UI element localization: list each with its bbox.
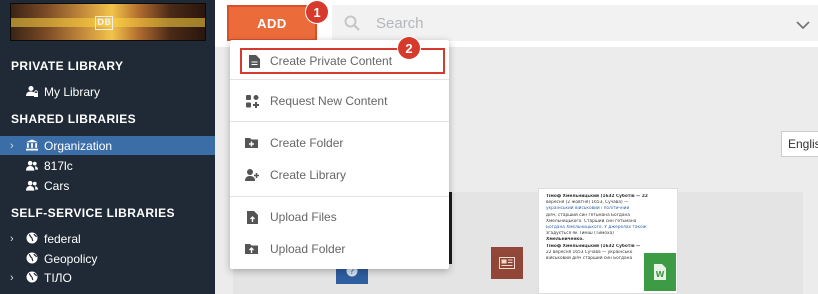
sidebar-item-organization[interactable]: › Organization: [0, 136, 215, 155]
add-dropdown-menu: Create Private Content Request New Conte…: [230, 40, 449, 269]
sidebar-item-federal[interactable]: › federal: [0, 229, 215, 248]
folder-upload-icon: [245, 242, 259, 256]
institution-icon: [26, 139, 38, 151]
banner-logo: DB: [95, 16, 113, 30]
word-document-icon: W: [644, 253, 676, 291]
sidebar-item-geopolicy[interactable]: Geopolicy: [0, 249, 215, 268]
language-button[interactable]: English: [781, 131, 818, 157]
sidebar-item-label: Cars: [44, 178, 70, 193]
news-card-icon: [491, 247, 523, 279]
sidebar-item-817lc[interactable]: 817lc: [0, 156, 215, 175]
menu-item-upload-files[interactable]: Upload Files: [230, 201, 449, 233]
menu-item-create-library[interactable]: Create Library: [230, 159, 449, 191]
file-upload-icon: [245, 210, 259, 224]
menu-item-create-folder[interactable]: Create Folder: [230, 127, 449, 159]
chevron-down-icon[interactable]: [796, 17, 810, 35]
globe-icon: [26, 232, 38, 244]
chevron-right-icon[interactable]: ›: [10, 272, 14, 284]
svg-text:W: W: [656, 270, 665, 279]
menu-item-label: Create Folder: [270, 136, 344, 150]
menu-item-upload-folder[interactable]: Upload Folder: [230, 233, 449, 265]
menu-item-label: Create Library: [270, 168, 347, 182]
search-bar[interactable]: [332, 5, 818, 41]
folder-plus-icon: [245, 136, 259, 150]
menu-item-label: Upload Files: [270, 210, 337, 224]
chevron-right-icon[interactable]: ›: [10, 233, 14, 245]
sidebar-item-label: My Library: [44, 84, 101, 99]
library-banner-image: DB: [10, 3, 206, 41]
step-badge-2: 2: [398, 37, 420, 59]
user-plus-icon: [245, 168, 259, 182]
sidebar-item-label: Geopolicy: [44, 251, 98, 266]
section-title-self-service: SELF-SERVICE LIBRARIES: [11, 206, 175, 220]
sidebar-item-label: Organization: [44, 138, 113, 153]
users-icon: [26, 179, 38, 191]
step-badge-1: 1: [306, 1, 328, 23]
menu-item-label: Upload Folder: [270, 242, 346, 256]
menu-item-label: Request New Content: [270, 94, 388, 108]
sidebar-item-label: federal: [44, 231, 81, 246]
chevron-right-icon[interactable]: ›: [10, 140, 14, 152]
user-lock-icon: [26, 85, 38, 97]
section-title-private: PRIVATE LIBRARY: [11, 59, 124, 73]
add-button[interactable]: ADD: [227, 5, 317, 41]
search-input[interactable]: [376, 5, 756, 41]
sidebar-item-tilo[interactable]: › ТІЛО: [0, 268, 215, 287]
search-icon: [344, 15, 360, 36]
menu-divider: [230, 121, 449, 122]
section-title-shared: SHARED LIBRARIES: [11, 112, 137, 126]
menu-item-label: Create Private Content: [270, 54, 393, 68]
sidebar-item-label: ТІЛО: [44, 270, 72, 285]
globe-icon: [26, 252, 38, 264]
menu-item-request-new-content[interactable]: Request New Content: [230, 85, 449, 117]
menu-divider: [230, 79, 449, 80]
globe-icon: [26, 271, 38, 283]
sidebar-item-label: 817lc: [44, 158, 73, 173]
grid-plus-icon: [245, 94, 259, 108]
sidebar-item-cars[interactable]: Cars: [0, 176, 215, 195]
menu-divider: [230, 196, 449, 197]
document-icon: [247, 54, 261, 68]
sidebar: DB PRIVATE LIBRARY My Library SHARED LIB…: [0, 0, 215, 294]
sidebar-item-my-library[interactable]: My Library: [0, 82, 215, 101]
users-icon: [26, 159, 38, 171]
